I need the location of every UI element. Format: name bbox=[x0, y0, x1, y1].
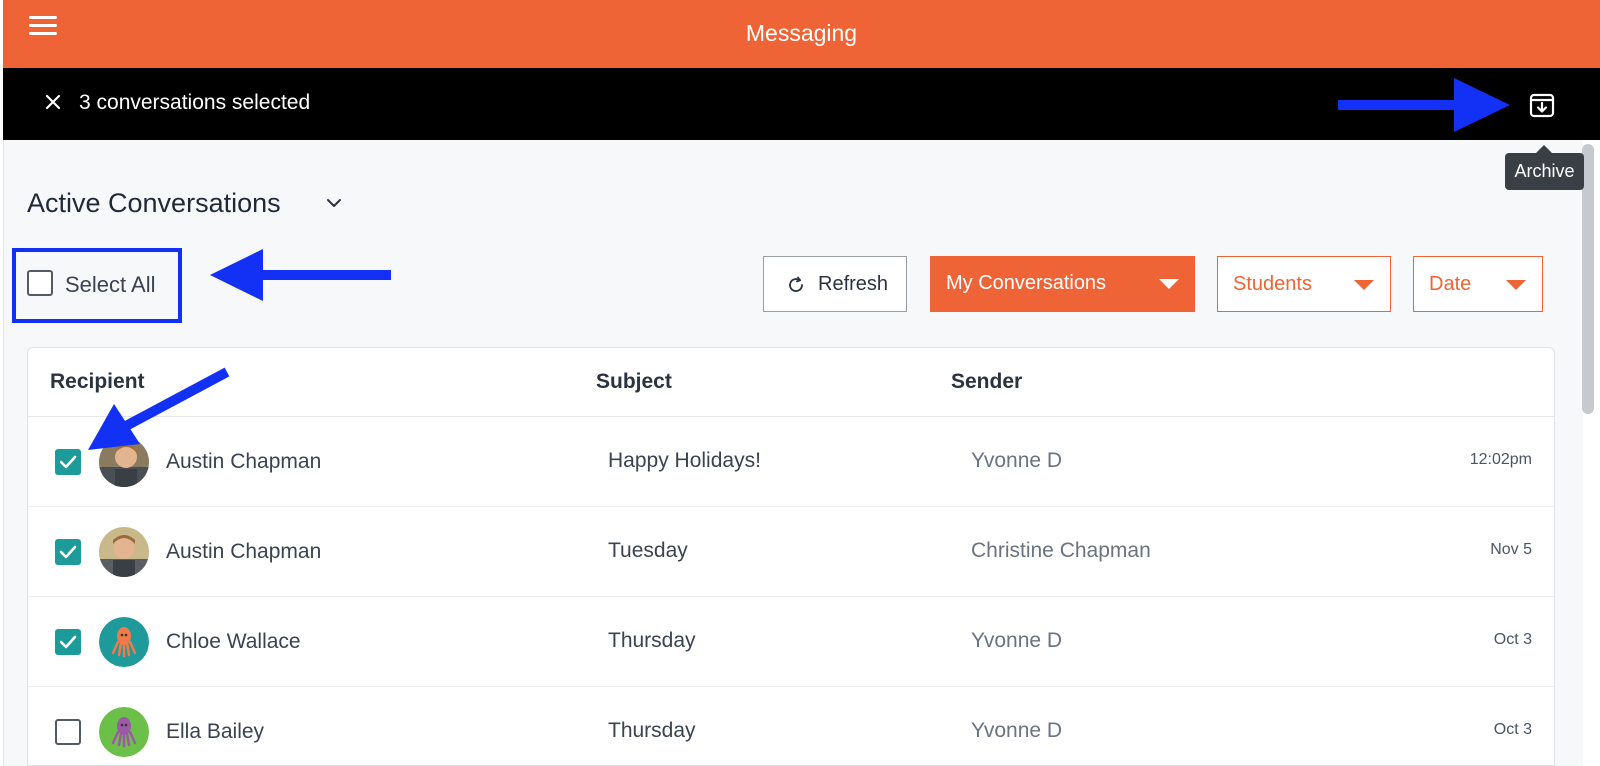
caret-down-icon bbox=[1506, 280, 1526, 290]
tooltip-pointer bbox=[1536, 145, 1552, 153]
refresh-icon bbox=[789, 276, 803, 292]
check-icon bbox=[59, 635, 77, 649]
page-title: Active Conversations bbox=[27, 188, 281, 218]
students-filter-dropdown[interactable]: Students bbox=[1217, 256, 1391, 312]
date: Oct 3 bbox=[1493, 631, 1532, 648]
avatar bbox=[99, 437, 149, 487]
date: Oct 3 bbox=[1493, 721, 1532, 738]
date: 12:02pm bbox=[1469, 451, 1532, 468]
caret-down-icon bbox=[1354, 280, 1374, 290]
subject: Thursday bbox=[608, 719, 696, 742]
archive-tooltip: Archive bbox=[1505, 153, 1584, 190]
recipient-name: Austin Chapman bbox=[166, 540, 322, 563]
column-header-recipient[interactable]: Recipient bbox=[50, 370, 145, 394]
table-row[interactable]: Chloe Wallace Thursday Yvonne D Oct 3 bbox=[28, 597, 1554, 687]
selection-count: 3 conversations selected bbox=[79, 91, 311, 114]
subject: Tuesday bbox=[608, 539, 688, 562]
app-title: Messaging bbox=[745, 20, 858, 46]
conversations-filter-dropdown[interactable]: My Conversations bbox=[930, 256, 1195, 312]
date-filter-label: Date bbox=[1429, 273, 1472, 295]
avatar bbox=[99, 527, 149, 577]
close-icon[interactable] bbox=[41, 90, 65, 114]
recipient-name: Ella Bailey bbox=[166, 720, 265, 743]
table-row[interactable]: Ella Bailey Thursday Yvonne D Oct 3 bbox=[28, 687, 1554, 765]
date-filter-dropdown[interactable]: Date bbox=[1413, 256, 1543, 312]
column-header-sender[interactable]: Sender bbox=[951, 370, 1022, 394]
sender: Yvonne D bbox=[971, 719, 1063, 742]
students-filter-label: Students bbox=[1233, 273, 1312, 295]
conversations-table: Recipient Subject Sender Austin Chapman … bbox=[27, 347, 1555, 766]
octopus-avatar bbox=[99, 707, 149, 757]
app-header: Messaging bbox=[3, 0, 1600, 68]
date: Nov 5 bbox=[1490, 541, 1532, 558]
checkbox-unchecked[interactable] bbox=[55, 719, 81, 745]
refresh-label: Refresh bbox=[818, 273, 889, 295]
chevron-down-icon[interactable] bbox=[325, 196, 343, 210]
check-icon bbox=[59, 545, 77, 559]
sender: Yvonne D bbox=[971, 449, 1063, 472]
table-row[interactable]: Austin Chapman Tuesday Christine Chapman… bbox=[28, 507, 1554, 597]
select-all-label: Select All bbox=[65, 272, 156, 297]
archive-icon[interactable] bbox=[1527, 90, 1557, 120]
sender: Yvonne D bbox=[971, 629, 1063, 652]
checkbox-checked[interactable] bbox=[55, 629, 81, 655]
subject: Happy Holidays! bbox=[608, 449, 761, 472]
column-header-subject[interactable]: Subject bbox=[596, 370, 672, 394]
recipient-name: Chloe Wallace bbox=[166, 630, 301, 653]
checkbox-checked[interactable] bbox=[55, 539, 81, 565]
octopus-avatar bbox=[99, 617, 149, 667]
check-icon bbox=[59, 455, 77, 469]
recipient-name: Austin Chapman bbox=[166, 450, 322, 473]
selection-bar: 3 conversations selected bbox=[3, 68, 1600, 140]
caret-down-icon bbox=[1159, 279, 1179, 289]
table-header: Recipient Subject Sender bbox=[28, 348, 1554, 417]
checkbox-checked[interactable] bbox=[55, 449, 81, 475]
select-all-checkbox[interactable]: Select All bbox=[27, 270, 167, 300]
subject: Thursday bbox=[608, 629, 696, 652]
refresh-button[interactable]: Refresh bbox=[763, 256, 907, 312]
conversations-filter-label: My Conversations bbox=[946, 272, 1107, 294]
table-row[interactable]: Austin Chapman Happy Holidays! Yvonne D … bbox=[28, 417, 1554, 507]
checkbox-unchecked[interactable] bbox=[27, 270, 53, 296]
sender: Christine Chapman bbox=[971, 539, 1151, 562]
